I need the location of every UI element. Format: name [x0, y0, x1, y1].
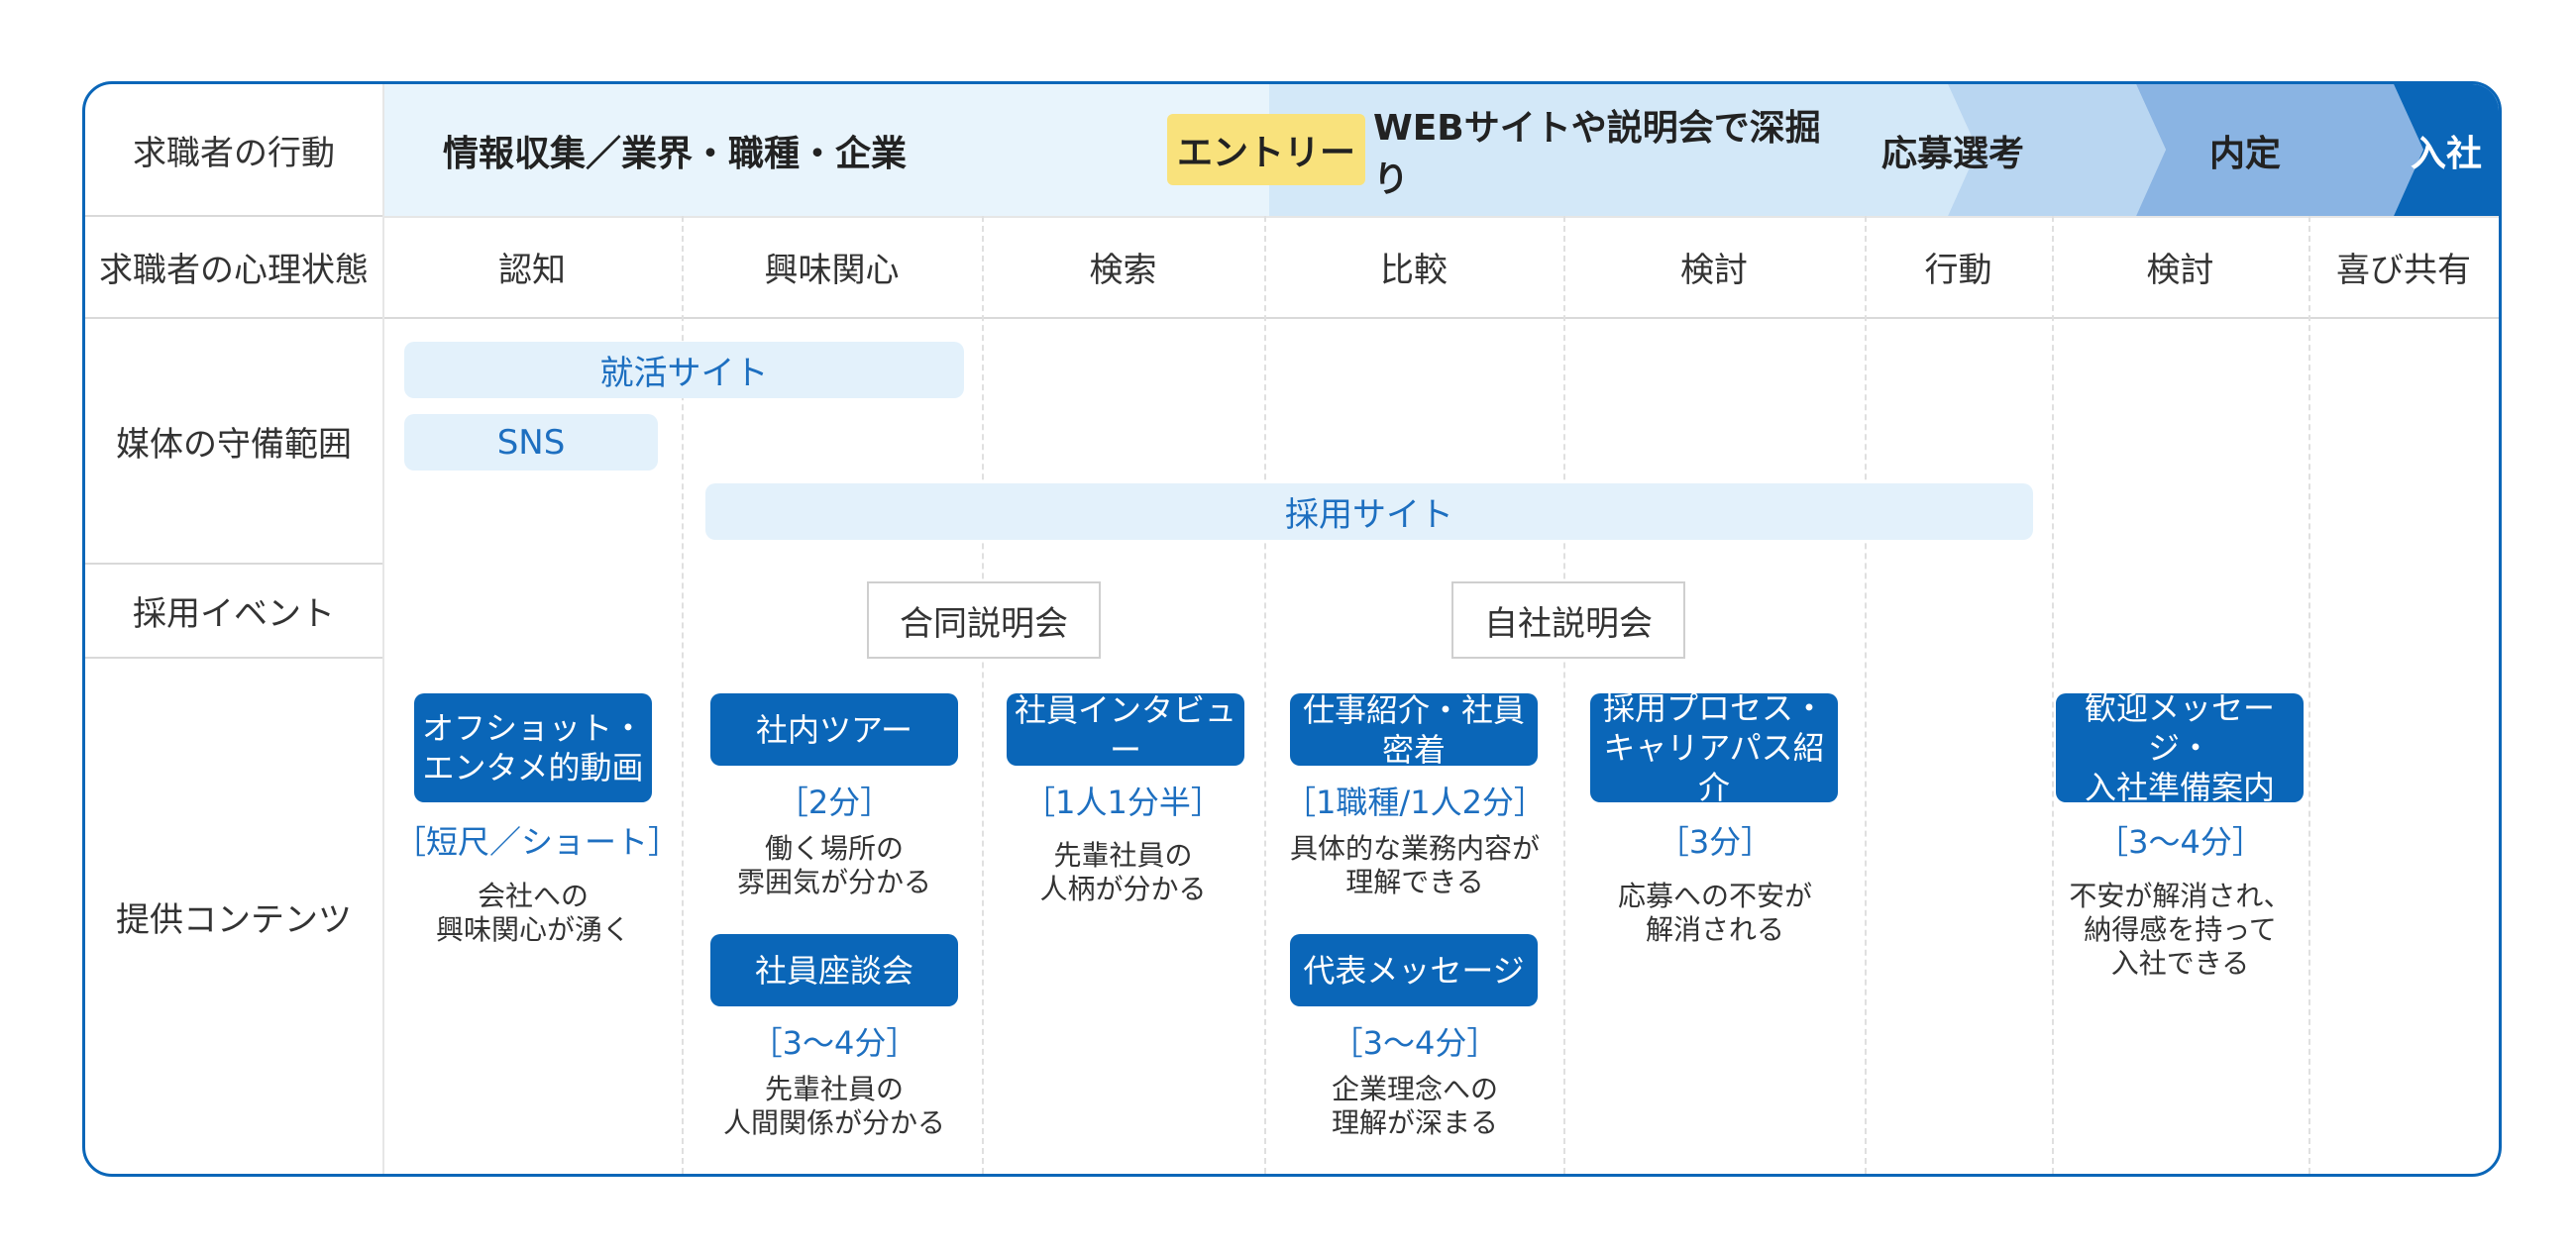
- content-roundtable-desc: 先輩社員の 人間関係が分かる: [722, 1073, 945, 1139]
- band-join: 入社: [2410, 133, 2482, 174]
- content-recruit-process: 採用プロセス・ キャリアパス紹介: [1590, 689, 1838, 806]
- psych-4: 比較: [1380, 250, 1448, 290]
- band-offer: 内定: [2208, 133, 2281, 174]
- band-deep: WEBサイトや説明会で深掘り: [1373, 107, 1821, 200]
- psych-1: 認知: [498, 250, 566, 290]
- band-info: 情報収集／業界・職種・企業: [442, 133, 907, 174]
- content-office-tour-duration: ［2分］: [776, 784, 893, 821]
- media-recruit-site: 採用サイト: [705, 483, 2033, 540]
- media-shukatsu-site: 就活サイト: [404, 342, 964, 398]
- content-recruit-process-desc: 応募への不安が 解消される: [1617, 880, 1812, 946]
- psych-5: 検討: [1680, 250, 1748, 290]
- content-job-intro-duration: ［1職種/1人2分］: [1284, 784, 1546, 821]
- media-sns: SNS: [404, 414, 658, 471]
- col-sep-5: [1865, 216, 1867, 1174]
- psych-3: 検索: [1089, 250, 1157, 290]
- event-joint-briefing: 合同説明会: [867, 581, 1101, 659]
- content-welcome-message: 歓迎メッセージ・ 入社準備案内: [2056, 689, 2304, 806]
- psych-8: 喜び共有: [2336, 250, 2471, 290]
- content-offshot-video: オフショット・ エンタメ的動画: [414, 693, 652, 802]
- content-welcome-duration: ［3〜4分］: [2096, 823, 2264, 861]
- content-ceo-message: 代表メッセージ: [1290, 934, 1538, 1006]
- content-offshot-duration: ［短尺／ショート］: [394, 823, 681, 861]
- content-ceo-message-duration: ［3〜4分］: [1331, 1024, 1499, 1062]
- col-sep-7: [2308, 216, 2310, 1174]
- content-offshot-desc: 会社への 興味関心が湧く: [435, 880, 630, 946]
- event-own-briefing: 自社説明会: [1451, 581, 1685, 659]
- content-welcome-desc: 不安が解消され、 納得感を持って 入社できる: [2069, 880, 2292, 980]
- content-recruit-process-duration: ［3分］: [1657, 823, 1773, 861]
- content-office-tour: 社内ツアー: [710, 693, 958, 766]
- content-job-intro-desc: 具体的な業務内容が 理解できる: [1289, 832, 1540, 898]
- divider-2: [85, 317, 2499, 319]
- content-ceo-message-desc: 企業理念への 理解が深まる: [1331, 1073, 1498, 1139]
- psych-7: 検討: [2146, 250, 2214, 290]
- content-office-tour-desc: 働く場所の 雰囲気が分かる: [736, 832, 931, 898]
- col-sep-4: [1563, 216, 1565, 1174]
- content-roundtable: 社員座談会: [710, 934, 958, 1006]
- row-label-contents: 提供コンテンツ: [116, 899, 352, 940]
- band-apply: 応募選考: [1880, 133, 2024, 174]
- row-label-media: 媒体の守備範囲: [116, 424, 352, 465]
- psych-6: 行動: [1924, 250, 1992, 290]
- customer-journey-diagram: 情報収集／業界・職種・企業 エントリー WEBサイトや説明会で深掘り 応募選考 …: [82, 81, 2502, 1177]
- entry-badge: エントリー: [1167, 114, 1365, 185]
- psych-2: 興味関心: [764, 250, 900, 290]
- content-job-intro: 仕事紹介・社員密着: [1290, 691, 1538, 769]
- row-label-behavior: 求職者の行動: [133, 134, 335, 173]
- row-label-psychology: 求職者の心理状態: [99, 250, 369, 290]
- col-sep-6: [2052, 216, 2054, 1174]
- content-interview-duration: ［1人1分半］: [1023, 784, 1223, 821]
- row-label-events: 採用イベント: [133, 594, 335, 634]
- content-interview-desc: 先輩社員の 人柄が分かる: [1039, 839, 1207, 905]
- content-employee-interview: 社員インタビュー: [1007, 691, 1244, 769]
- content-roundtable-duration: ［3〜4分］: [750, 1024, 918, 1062]
